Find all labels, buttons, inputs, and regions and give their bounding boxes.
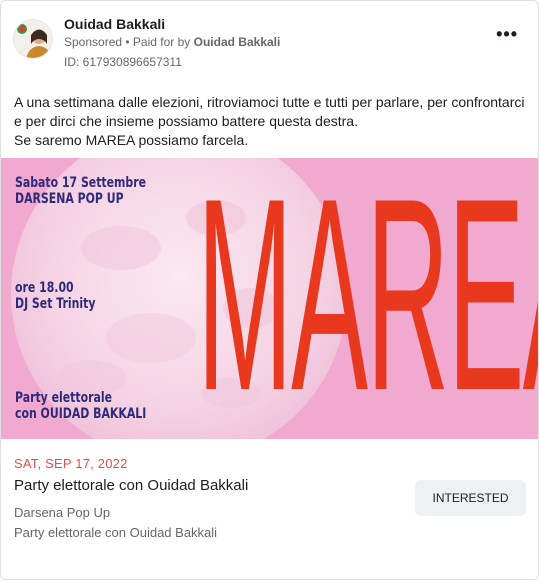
poster-venue-line: DARSENA POP UP (15, 191, 124, 207)
event-subtitle: Party elettorale con Ouidad Bakkali (14, 525, 218, 540)
paid-by-name[interactable]: Ouidad Bakkali (194, 35, 281, 49)
page-name[interactable]: Ouidad Bakkali (64, 16, 165, 32)
ad-id: ID: 617930896657311 (64, 55, 182, 69)
event-date: SAT, SEP 17, 2022 (14, 456, 128, 471)
sponsored-label: Sponsored (64, 35, 123, 49)
event-poster-image[interactable]: Sabato 17 Settembre DARSENA POP UP ore 1… (1, 158, 538, 439)
event-details: SAT, SEP 17, 2022 Party elettorale con O… (1, 439, 538, 579)
interested-button[interactable]: INTERESTED (415, 480, 526, 516)
poster-title: MAREA (197, 158, 538, 439)
poster-date: Sabato 17 Settembre DARSENA POP UP (15, 175, 146, 207)
poster-time: ore 18.00 DJ Set Trinity (15, 280, 95, 312)
avatar-image (14, 20, 52, 58)
poster-host-line: con OUIDAD BAKKALI (15, 406, 147, 422)
more-options-icon[interactable]: ••• (496, 25, 518, 43)
post-text: A una settimana dalle elezioni, ritrovia… (14, 93, 529, 150)
post-text-paragraph: Se saremo MAREA possiamo farcela. (14, 132, 249, 148)
event-title[interactable]: Party elettorale con Ouidad Bakkali (14, 477, 248, 494)
post-text-paragraph: A una settimana dalle elezioni, ritrovia… (14, 94, 525, 129)
poster-date-line: Sabato 17 Settembre (15, 175, 147, 191)
poster-party-line: Party elettorale (15, 390, 113, 406)
poster-dj-line: DJ Set Trinity (15, 296, 96, 312)
post-header: Ouidad Bakkali Sponsored • Paid for by O… (1, 1, 538, 77)
avatar[interactable] (13, 19, 53, 59)
event-location: Darsena Pop Up (14, 505, 111, 520)
ad-card: Ouidad Bakkali Sponsored • Paid for by O… (0, 0, 539, 580)
paid-prefix: • Paid for by (125, 35, 191, 49)
poster-time-line: ore 18.00 (15, 280, 74, 296)
poster-party: Party elettorale con OUIDAD BAKKALI (15, 390, 146, 422)
sponsored-line: Sponsored • Paid for by Ouidad Bakkali (64, 35, 280, 49)
